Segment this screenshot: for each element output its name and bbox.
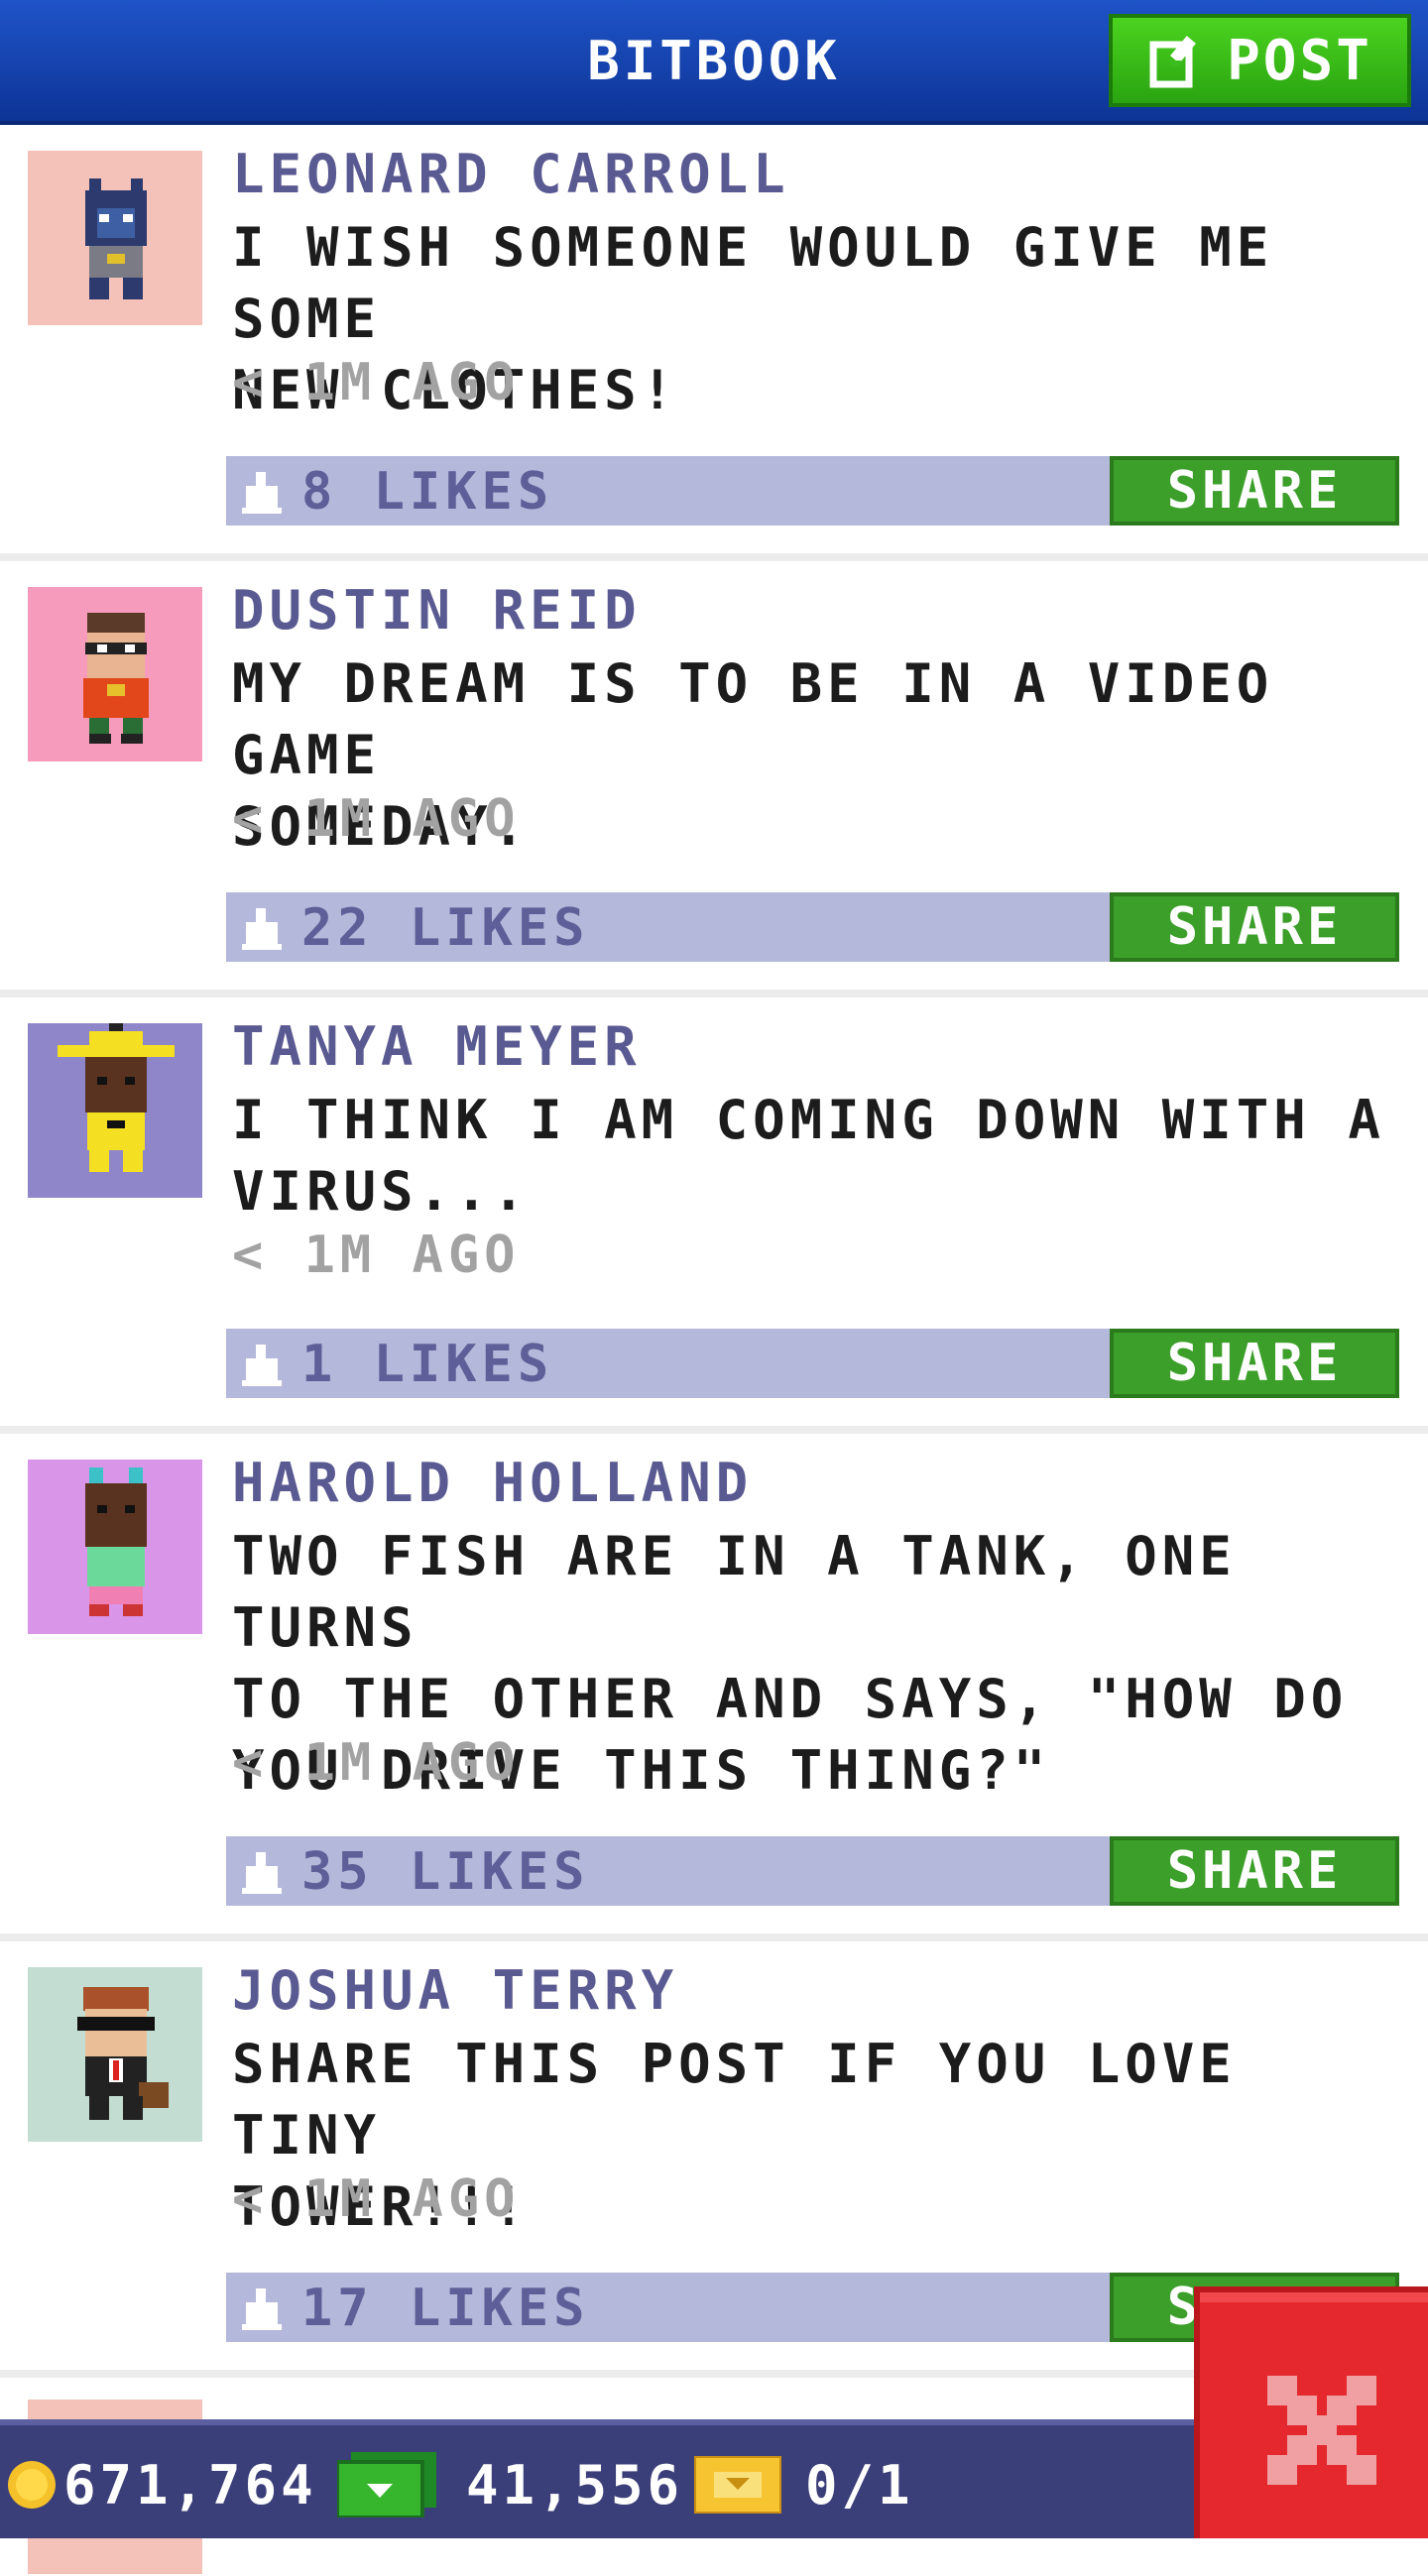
avatar[interactable] bbox=[28, 1023, 202, 1198]
avatar[interactable] bbox=[28, 1967, 202, 2142]
like-icon[interactable] bbox=[242, 1343, 282, 1386]
post-time: < 1M AGO bbox=[232, 2169, 521, 2229]
likes-count: 35 LIKES bbox=[301, 1842, 590, 1902]
avatar[interactable] bbox=[28, 587, 202, 761]
likes-bar: 22 LIKES SHARE bbox=[226, 892, 1399, 962]
post-button[interactable]: POST bbox=[1109, 14, 1411, 107]
coins-value: 671,764 bbox=[63, 2453, 317, 2517]
feed-post: LEONARD CARROLL I WISH SOMEONE WOULD GIV… bbox=[0, 125, 1428, 561]
like-icon[interactable] bbox=[242, 1850, 282, 1894]
message-line: TO THE OTHER AND SAYS, "HOW DO bbox=[232, 1668, 1349, 1730]
edit-icon bbox=[1149, 36, 1197, 88]
close-button[interactable] bbox=[1194, 2286, 1428, 2538]
message-line: SHARE THIS POST IF YOU LOVE TINY bbox=[232, 2033, 1237, 2166]
like-icon[interactable] bbox=[242, 2286, 282, 2330]
post-author[interactable]: JOSHUA TERRY bbox=[232, 1959, 678, 2022]
post-author[interactable]: LEONARD CARROLL bbox=[232, 143, 790, 205]
likes-count: 1 LIKES bbox=[301, 1335, 554, 1394]
post-button-label: POST bbox=[1227, 28, 1372, 93]
message-line: I THINK I AM COMING DOWN WITH A bbox=[232, 1089, 1385, 1151]
coin-icon bbox=[8, 2461, 56, 2509]
likes-count: 22 LIKES bbox=[301, 898, 590, 958]
like-icon[interactable] bbox=[242, 470, 282, 514]
share-button[interactable]: SHARE bbox=[1110, 1329, 1399, 1398]
post-message: I THINK I AM COMING DOWN WITH A VIRUS... bbox=[232, 1085, 1402, 1228]
like-icon[interactable] bbox=[242, 906, 282, 950]
message-line: VIRUS... bbox=[232, 1160, 531, 1223]
post-time: < 1M AGO bbox=[232, 1733, 521, 1793]
post-time: < 1M AGO bbox=[232, 789, 521, 849]
bux-stat: 41,556 bbox=[337, 2445, 683, 2524]
feed-list: LEONARD CARROLL I WISH SOMEONE WOULD GIV… bbox=[0, 125, 1428, 2576]
likes-count: 8 LIKES bbox=[301, 462, 554, 522]
ticket-icon bbox=[694, 2456, 781, 2514]
post-author[interactable]: DUSTIN REID bbox=[232, 579, 642, 642]
message-line: I WISH SOMEONE WOULD GIVE ME SOME bbox=[232, 216, 1274, 350]
post-author[interactable]: HAROLD HOLLAND bbox=[232, 1452, 753, 1514]
feed-post: DUSTIN REID MY DREAM IS TO BE IN A VIDEO… bbox=[0, 561, 1428, 997]
message-line: MY DREAM IS TO BE IN A VIDEO GAME bbox=[232, 652, 1274, 786]
feed-post: HAROLD HOLLAND TWO FISH ARE IN A TANK, O… bbox=[0, 1434, 1428, 1941]
feed-post: TANYA MEYER I THINK I AM COMING DOWN WIT… bbox=[0, 997, 1428, 1434]
avatar[interactable] bbox=[28, 1460, 202, 1634]
post-time: < 1M AGO bbox=[232, 353, 521, 412]
app-header: BITBOOK POST bbox=[0, 0, 1428, 125]
likes-bar: 1 LIKES SHARE bbox=[226, 1329, 1399, 1398]
share-button[interactable]: SHARE bbox=[1110, 456, 1399, 526]
post-time: < 1M AGO bbox=[232, 1226, 521, 1285]
message-line: TWO FISH ARE IN A TANK, ONE TURNS bbox=[232, 1525, 1237, 1659]
likes-bar: 35 LIKES SHARE bbox=[226, 1836, 1399, 1906]
tickets-stat: 0/1 bbox=[694, 2445, 914, 2524]
bux-icon bbox=[337, 2452, 436, 2517]
likes-bar: 8 LIKES SHARE bbox=[226, 456, 1399, 526]
post-author[interactable]: TANYA MEYER bbox=[232, 1015, 642, 1078]
coins-stat: 671,764 bbox=[6, 2445, 317, 2524]
likes-count: 17 LIKES bbox=[301, 2279, 590, 2338]
share-button[interactable]: SHARE bbox=[1110, 892, 1399, 962]
bux-value: 41,556 bbox=[466, 2453, 684, 2517]
tickets-value: 0/1 bbox=[805, 2453, 914, 2517]
avatar[interactable] bbox=[28, 151, 202, 325]
close-icon bbox=[1267, 2376, 1376, 2485]
share-button[interactable]: SHARE bbox=[1110, 1836, 1399, 1906]
